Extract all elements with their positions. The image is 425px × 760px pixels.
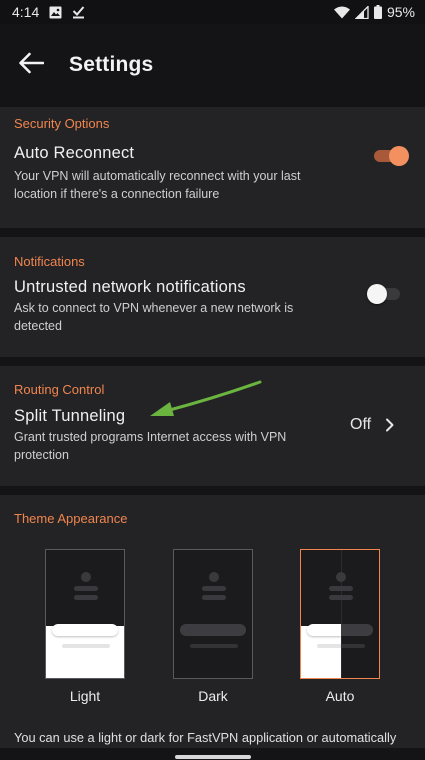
theme-label-dark: Dark — [198, 688, 228, 704]
wifi-icon — [333, 6, 350, 19]
page-title: Settings — [69, 53, 154, 76]
signal-icon — [354, 5, 369, 19]
section-label-routing: Routing Control — [14, 382, 105, 397]
image-icon — [49, 6, 62, 19]
section-label-notifications: Notifications — [14, 254, 85, 269]
section-label-theme: Theme Appearance — [14, 511, 128, 526]
auto-reconnect-title: Auto Reconnect — [14, 144, 135, 162]
gesture-bar[interactable] — [175, 755, 251, 759]
theme-label-light: Light — [69, 688, 101, 704]
battery-percent: 95% — [386, 4, 415, 20]
security-options-card[interactable]: Security Options Auto Reconnect Your VPN… — [0, 107, 425, 228]
auto-reconnect-description: Your VPN will automatically reconnect wi… — [14, 169, 301, 201]
notifications-card[interactable]: Notifications Untrusted network notifica… — [0, 237, 425, 357]
battery-icon — [373, 5, 382, 19]
theme-option-auto[interactable] — [300, 549, 380, 679]
section-label-security: Security Options — [14, 116, 110, 131]
app-bar: Settings — [0, 24, 425, 106]
back-button[interactable] — [0, 33, 63, 97]
untrusted-network-title: Untrusted network notifications — [14, 278, 246, 296]
navigation-handle — [0, 748, 425, 760]
status-time: 4:14 — [12, 4, 40, 20]
untrusted-network-description: Ask to connect to VPN whenever a new net… — [14, 301, 294, 333]
chevron-right-icon — [385, 418, 395, 437]
theme-option-dark[interactable] — [173, 549, 253, 679]
split-tunneling-value: Off — [350, 416, 372, 433]
status-bar: 4:14 95% — [0, 0, 425, 24]
untrusted-network-toggle[interactable] — [367, 281, 406, 307]
download-done-icon — [72, 5, 85, 19]
theme-label-auto: Auto — [325, 688, 355, 704]
annotation-arrow — [150, 380, 262, 416]
auto-reconnect-toggle[interactable] — [372, 143, 410, 169]
theme-footer-text: You can use a light or dark for FastVPN … — [14, 730, 397, 745]
split-tunneling-title: Split Tunneling — [14, 407, 126, 425]
theme-option-light[interactable] — [45, 549, 125, 679]
arrow-left-icon — [18, 52, 45, 79]
split-tunneling-description: Grant trusted programs Internet access w… — [14, 430, 287, 462]
